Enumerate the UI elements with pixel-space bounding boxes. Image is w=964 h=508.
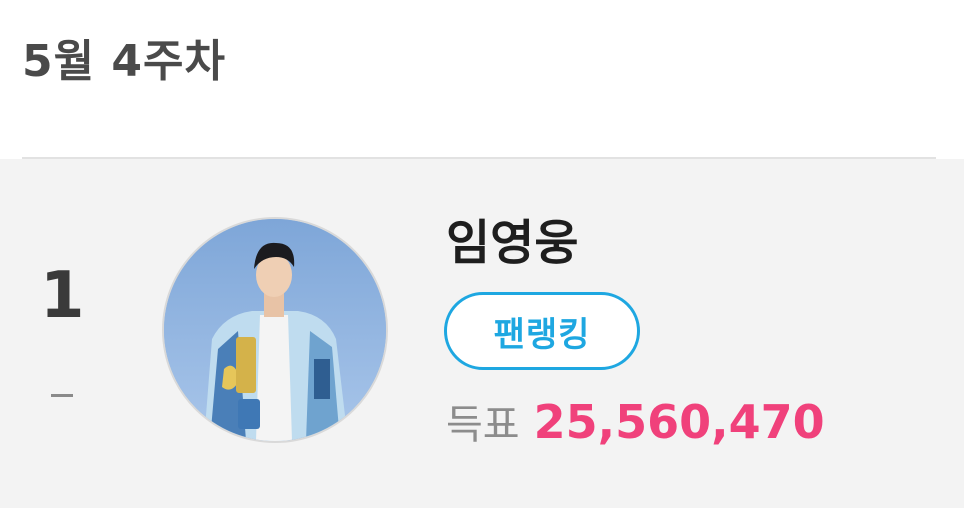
votes-count: 25,560,470 [533,395,825,449]
artist-avatar[interactable] [162,217,388,443]
votes-label: 득표 [446,402,520,448]
week-title: 5월 4주차 [22,36,226,87]
votes-row: 득표 25,560,470 [446,392,825,450]
rank-change-dash [51,394,73,397]
ranking-card[interactable]: 1 임영웅 팬랭킹 득표 25,560,470 [0,159,964,508]
week-header: 5월 4주차 [0,0,964,158]
artist-photo-image [164,219,386,441]
artist-name[interactable]: 임영웅 [446,219,578,267]
fan-ranking-button[interactable]: 팬랭킹 [444,292,640,370]
rank-number: 1 [40,259,85,333]
